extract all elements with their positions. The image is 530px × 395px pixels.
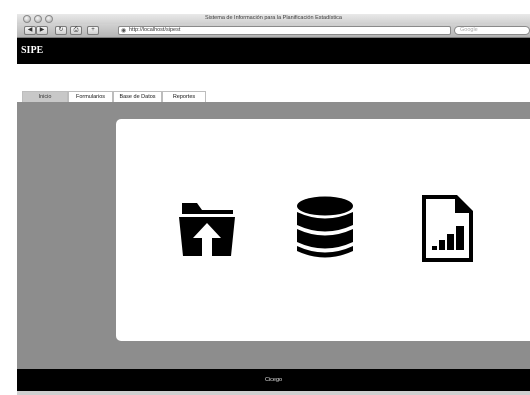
add-bookmark-button[interactable]: + <box>87 26 99 35</box>
window-bottom-edge <box>17 391 530 395</box>
print-button[interactable]: ⎙ <box>70 26 82 35</box>
window-titlebar: Sistema de Información para la Planifica… <box>17 14 530 24</box>
report-document-icon[interactable] <box>417 194 479 264</box>
tab-inicio[interactable]: Inicio <box>22 91 68 102</box>
tab-base-de-datos[interactable]: Base de Datos <box>113 91 162 102</box>
reload-button[interactable]: ↻ <box>55 26 67 35</box>
home-card <box>116 119 530 341</box>
forward-button[interactable]: ▶ <box>36 26 48 35</box>
back-button[interactable]: ◀ <box>24 26 36 35</box>
search-placeholder: Google <box>460 27 478 33</box>
app-header: SIPE <box>17 38 530 64</box>
nav-bar: Inicio Formularios Base de Datos Reporte… <box>17 64 530 102</box>
tab-formularios[interactable]: Formularios <box>68 91 113 102</box>
folder-upload-icon[interactable] <box>177 201 237 257</box>
page-footer: Cicego <box>17 369 530 391</box>
main-content <box>17 102 530 369</box>
globe-icon: ◉ <box>121 28 127 34</box>
browser-toolbar: ◀ ▶ ↻ ⎙ + ◉ http://localhost/sipest Goog… <box>17 24 530 38</box>
search-input[interactable]: Google <box>454 26 530 35</box>
url-text: http://localhost/sipest <box>129 27 181 33</box>
footer-text: Cicego <box>264 377 283 383</box>
window-title: Sistema de Información para la Planifica… <box>205 15 342 21</box>
tab-reportes[interactable]: Reportes <box>162 91 206 102</box>
app-logo[interactable]: SIPE <box>21 45 43 56</box>
url-input[interactable]: ◉ http://localhost/sipest <box>118 26 451 35</box>
database-icon[interactable] <box>296 196 354 262</box>
